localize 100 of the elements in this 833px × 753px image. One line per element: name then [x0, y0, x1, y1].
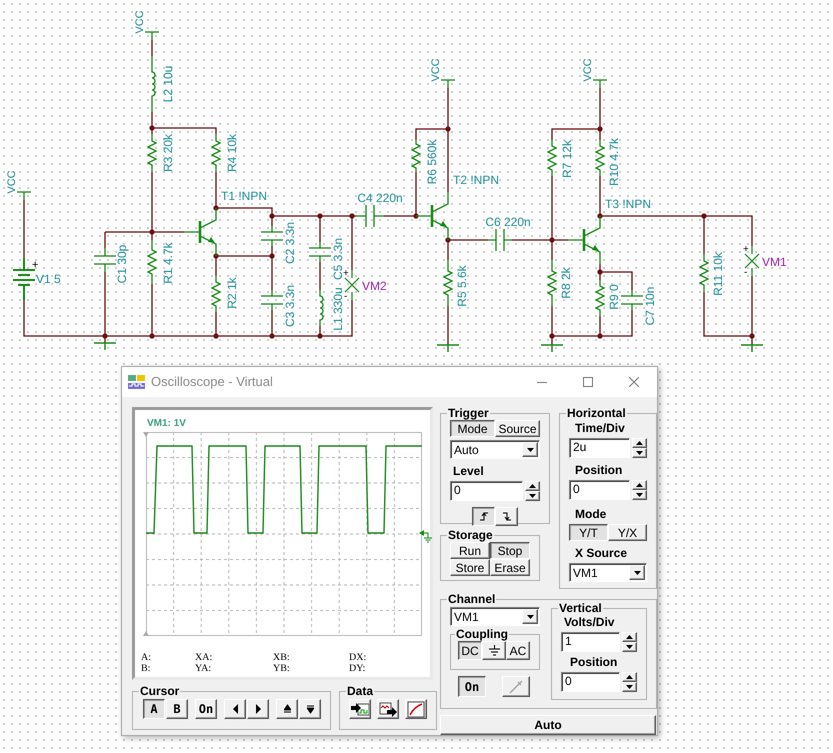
component-label: R10 4.7k	[607, 138, 621, 186]
trigger-level-field[interactable]: 0	[450, 481, 523, 501]
group-title: Channel	[447, 593, 496, 606]
field-label: X Source	[574, 546, 628, 560]
cursor-move-button[interactable]	[299, 699, 321, 719]
dropdown-button[interactable]	[522, 442, 538, 457]
caret-icon	[526, 448, 534, 452]
up-triangle-icon	[529, 484, 536, 488]
storage-button[interactable]: Store	[450, 559, 490, 576]
trigger-mode-dropdown[interactable]: Auto	[450, 440, 540, 459]
dropdown-button[interactable]	[522, 609, 538, 624]
capacitor-symbol	[620, 289, 644, 311]
ground-symbol	[93, 342, 117, 351]
data-button[interactable]	[405, 699, 427, 719]
meter-label: VM1	[762, 255, 787, 269]
maximize-icon	[583, 377, 593, 387]
storage-button[interactable]: Run	[450, 542, 490, 559]
readout-label: YA:	[195, 663, 212, 674]
voltmeter-symbol	[744, 245, 760, 277]
data-button[interactable]	[377, 699, 399, 719]
resistor-symbol	[442, 260, 454, 306]
resistor-symbol	[146, 134, 158, 172]
up-arrow-bar-icon	[284, 704, 290, 714]
component-label: L1 330u	[331, 287, 345, 331]
spin-down-button[interactable]	[632, 490, 647, 500]
group-title: Cursor	[139, 685, 180, 698]
storage-button[interactable]: Stop	[490, 542, 530, 559]
wire	[151, 40, 153, 56]
spin-down-button[interactable]	[632, 448, 647, 458]
cursor-toggle[interactable]: On	[195, 699, 217, 719]
auto-button[interactable]: Auto	[440, 715, 656, 735]
transistor-label: T1 !NPN	[221, 189, 268, 203]
coupling-button[interactable]: AC	[506, 641, 530, 660]
spin-down-button[interactable]	[622, 642, 637, 652]
junction-dot	[413, 213, 419, 219]
volts-div-field[interactable]: 1	[561, 632, 620, 652]
spin-up-button[interactable]	[525, 481, 540, 491]
coupling-button[interactable]	[482, 641, 506, 660]
up-triangle-icon	[626, 635, 633, 639]
inductor-symbol	[319, 290, 324, 326]
field-label: Level	[452, 464, 484, 478]
resistor-symbol	[594, 280, 606, 316]
ground-symbol	[540, 344, 564, 353]
junction-dot	[269, 333, 275, 339]
arrow-into-chart-icon	[351, 700, 369, 718]
component-label: R9 0	[607, 284, 621, 310]
readout-label: B:	[141, 663, 152, 674]
channel-on-button[interactable]: On	[458, 676, 486, 697]
dropdown-button[interactable]	[629, 565, 645, 580]
down-triangle-icon	[636, 451, 643, 455]
readout-label: DY:	[349, 663, 366, 674]
junction-dot	[349, 213, 355, 219]
trigger-tab[interactable]: Source	[495, 420, 540, 437]
transistor-label: T3 !NPN	[605, 197, 652, 211]
channel-dropdown[interactable]: VM1	[450, 607, 540, 626]
component-label: R2 1k	[225, 277, 239, 309]
x-source-dropdown[interactable]: VM1	[569, 563, 647, 582]
up-triangle-icon	[626, 675, 633, 679]
spin-up-button[interactable]	[622, 672, 637, 682]
coupling-button[interactable]: DC	[458, 641, 482, 660]
vertical-position-field[interactable]: 0	[561, 672, 620, 692]
field-label: Mode	[574, 507, 606, 521]
cursor-move-button[interactable]	[276, 699, 298, 719]
spin-up-button[interactable]	[622, 632, 637, 642]
polarity-sign: -	[344, 291, 348, 302]
display-mode-button[interactable]: Y/T	[569, 524, 608, 541]
cursor-move-button[interactable]	[247, 699, 269, 719]
meter-label: VM2	[362, 279, 387, 293]
spin-up-button[interactable]	[632, 480, 647, 490]
cursor-move-button[interactable]	[224, 699, 246, 719]
ground-symbol	[436, 344, 460, 353]
time-div-field[interactable]: 2u	[569, 438, 630, 458]
battery-symbol	[12, 257, 36, 301]
junction-dot	[597, 269, 603, 275]
spin-down-button[interactable]	[525, 491, 540, 501]
trigger-tab[interactable]: Mode	[450, 420, 495, 437]
spin-down-button[interactable]	[622, 682, 637, 692]
component-label: C3 3.3n	[283, 284, 297, 328]
supply-symbol	[16, 191, 32, 201]
down-arrow-bar-icon	[306, 704, 314, 714]
caret-icon	[526, 614, 534, 618]
spin-up-button[interactable]	[632, 438, 647, 448]
component-label: R1 4.7k	[161, 242, 175, 284]
ground-marker-icon	[419, 530, 432, 542]
junction-dot	[549, 333, 555, 339]
trigger-edge-button[interactable]	[472, 507, 495, 526]
transistor-label: T2 !NPN	[453, 173, 500, 187]
component-label: C5 3.3n	[331, 238, 345, 280]
data-button[interactable]	[349, 699, 371, 719]
supply-symbol	[592, 79, 608, 89]
caret-icon	[634, 570, 640, 574]
junction-dot	[597, 126, 603, 132]
horizontal-position-field[interactable]: 0	[569, 480, 630, 500]
group-title: Coupling	[455, 628, 509, 641]
storage-button[interactable]: Erase	[490, 559, 530, 576]
display-mode-button[interactable]: Y/X	[608, 524, 647, 541]
up-triangle-icon	[636, 483, 643, 487]
supply-label: VCC	[6, 170, 18, 194]
cursor-toggle[interactable]: A	[143, 699, 165, 719]
cursor-toggle[interactable]: B	[166, 699, 188, 719]
